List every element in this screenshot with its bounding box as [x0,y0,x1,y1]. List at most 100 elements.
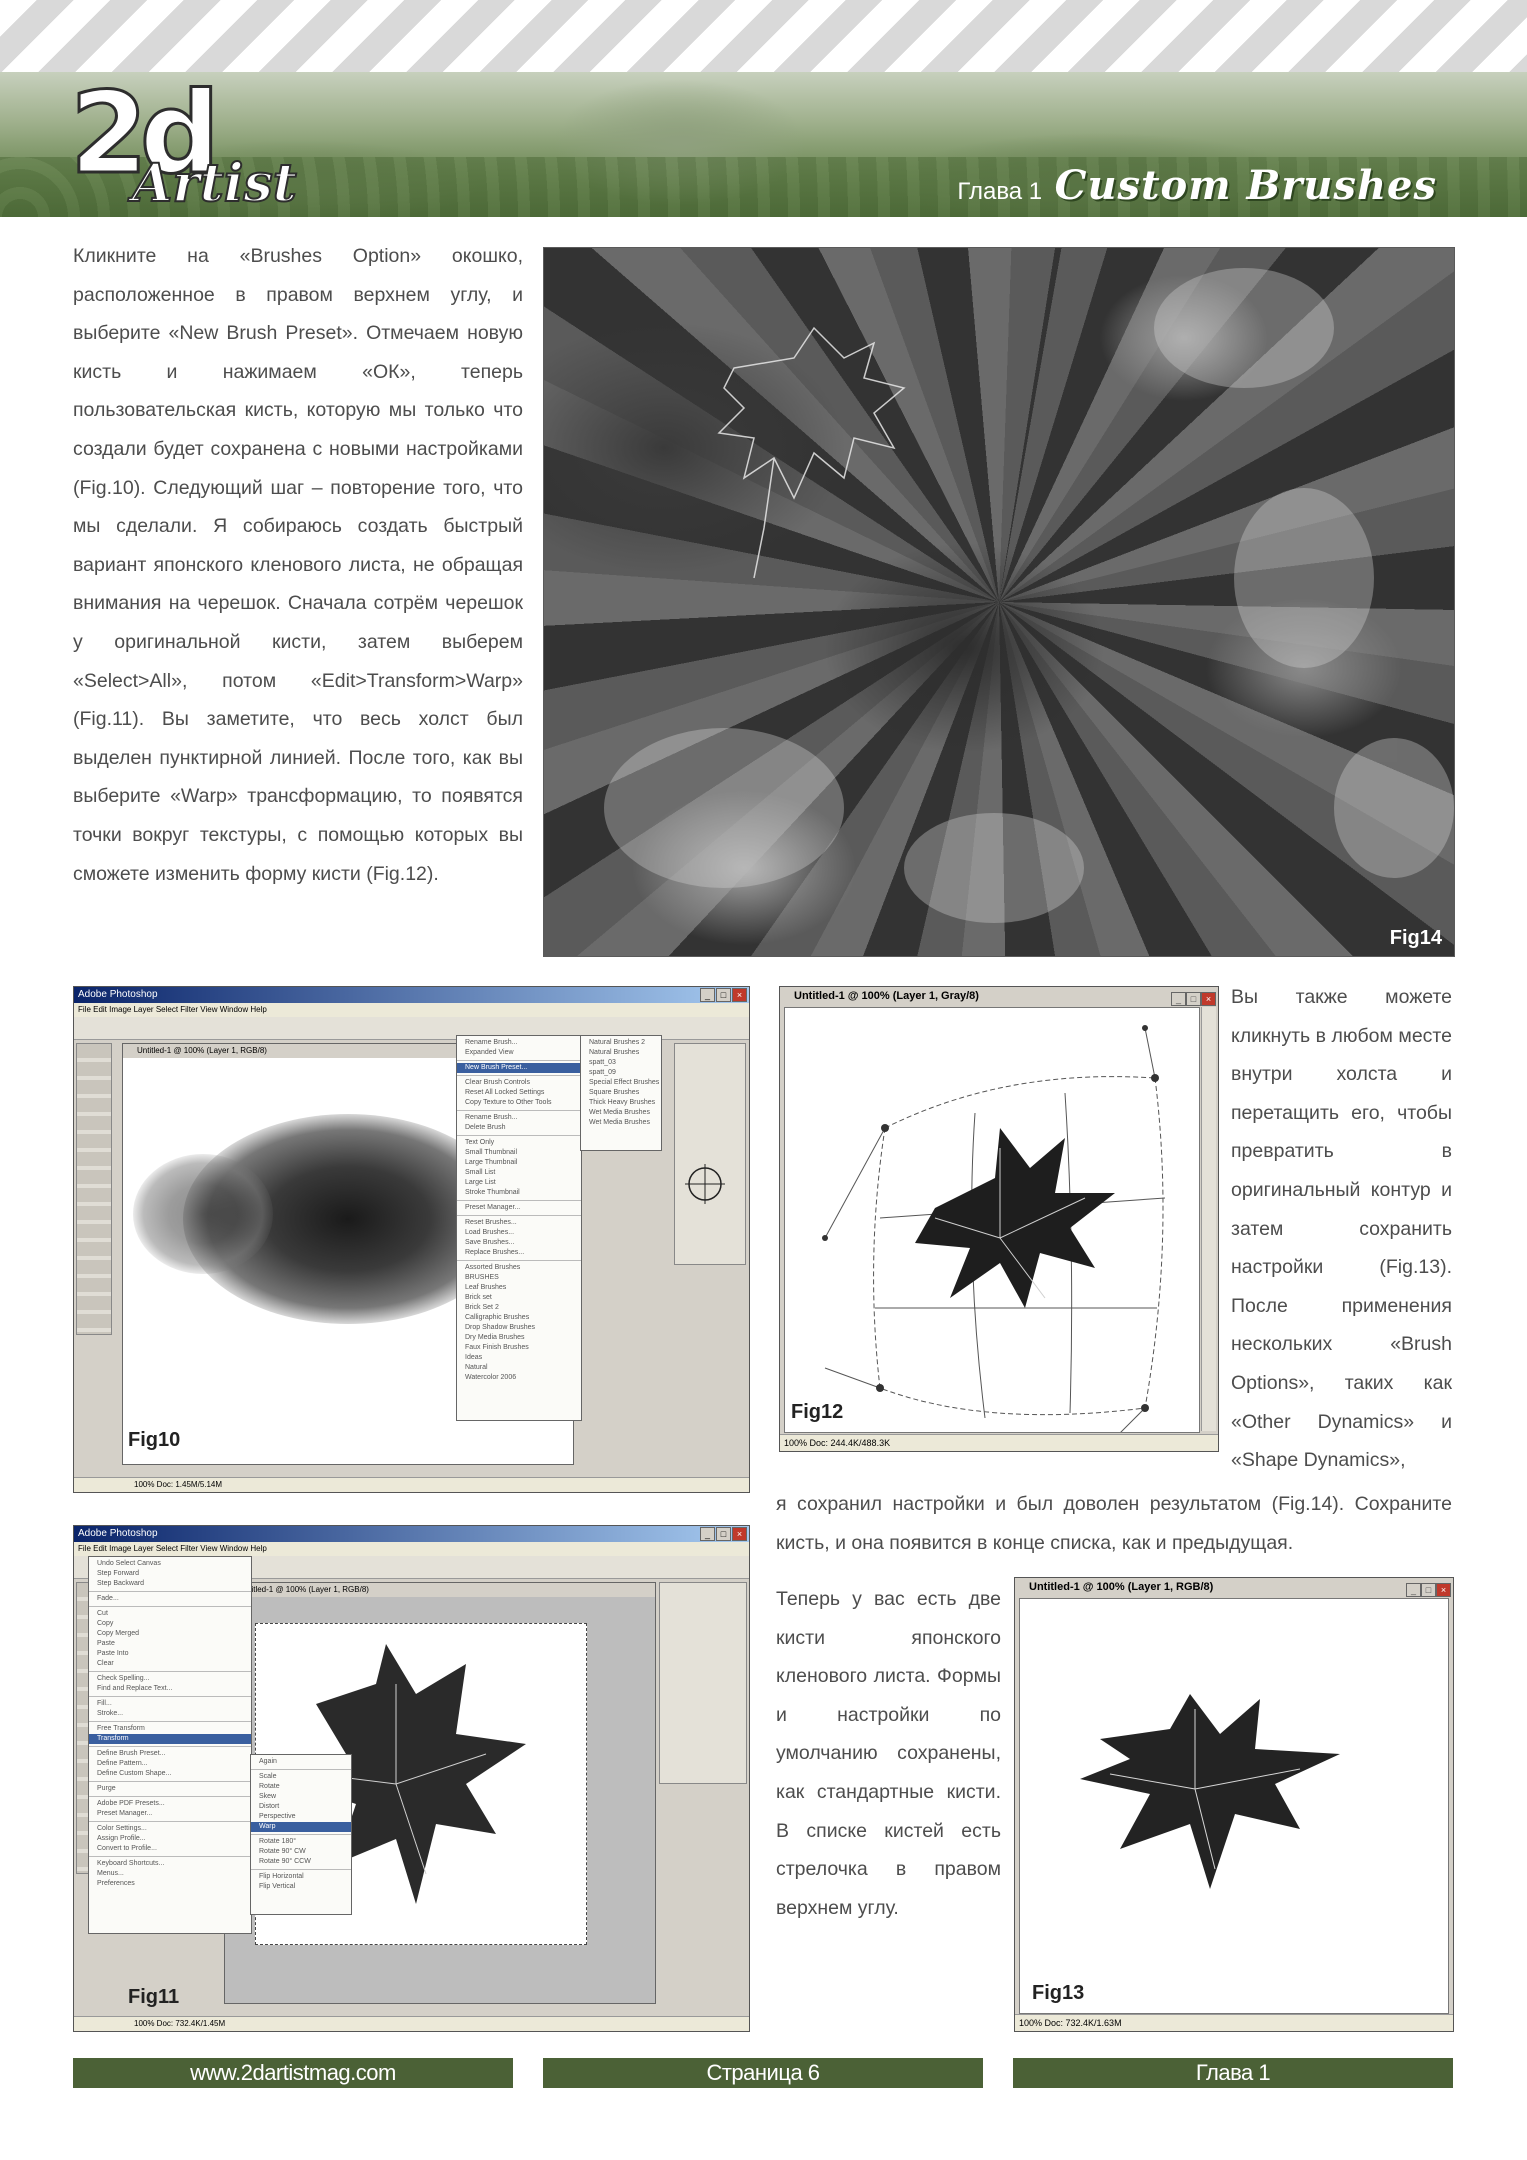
menu-item: Natural Brushes [589,1049,640,1056]
menu-item: Natural [465,1364,488,1371]
menu-item: Small List [465,1169,496,1176]
menu-item: Copy Merged [97,1630,140,1637]
fig10-menubar: File Edit Image Layer Select Filter View… [74,1003,749,1018]
menu-item: Fill... [97,1700,112,1707]
chapter-heading: Глава 1 Custom Brushes [957,162,1437,209]
menu-item: Step Forward [97,1570,140,1577]
menu-item: Natural Brushes 2 [589,1039,646,1046]
fig10-window-buttons: _ □ × [699,988,747,1004]
menu-item: Large Thumbnail [465,1159,518,1166]
body-paragraph-1: Кликните на «Brushes Option» окошко, рас… [73,245,523,885]
menu-item: Rotate 180° [259,1838,297,1845]
menu-item: Reset Brushes... [465,1219,517,1226]
menu-item: Paste [97,1640,115,1647]
menu-item: Drop Shadow Brushes [465,1324,536,1331]
figure-12-label: Fig12 [791,1401,844,1423]
menu-item: Keyboard Shortcuts... [97,1860,165,1867]
menu-item: Text Only [465,1139,495,1146]
fig12-canvas: Fig12 [784,1007,1200,1459]
menu-item: Replace Brushes... [465,1249,525,1256]
menu-item: Rename Brush... [465,1114,518,1121]
menu-item: Save Brushes... [465,1239,515,1246]
menu-item: Color Settings... [97,1825,147,1832]
fig12-scrollbar [1201,1007,1216,1431]
menu-item: Clear [97,1660,114,1667]
menu-item: Rotate 90° CCW [259,1858,311,1865]
footer-website-link[interactable]: www.2dartistmag.com [73,2058,513,2088]
fig11-edit-menu: Undo Select Canvas Step Forward Step Bac… [88,1556,252,1934]
chapter-label: Глава 1 [957,178,1043,205]
menu-item: Rename Brush... [465,1039,518,1046]
menu-item: Free Transform [97,1725,145,1732]
menu-item: Watercolor 2006 [465,1374,517,1381]
body-paragraph-4: Теперь у вас есть две кисти японского кл… [776,1588,1001,1919]
footer-chapter: Глава 1 [1013,2058,1453,2088]
menu-item: Convert to Profile... [97,1845,157,1852]
body-paragraph-3: я сохранил настройки и был доволен резул… [776,1493,1452,1554]
menu-item: Again [259,1758,277,1765]
menu-item: Cut [97,1610,108,1617]
fig11-window-buttons: _ □ × [699,1527,747,1543]
menu-item: Rotate [259,1783,280,1790]
menu-item-transform: Transform [89,1734,251,1744]
figure-13-label: Fig13 [1032,1982,1085,2004]
fig11-statusbar: 100% Doc: 732.4K/1.45M [74,2016,749,2031]
figure-11-screenshot: Adobe Photoshop _ □ × File Edit Image Laye… [73,1525,750,2032]
fig11-titlebar: Adobe Photoshop _ □ × [74,1526,749,1542]
menu-item: Preset Manager... [465,1204,521,1211]
warp-grid-drawing [822,1025,1166,1459]
fig13-window-buttons: _ □ × [1406,1580,1451,1598]
magazine-logo[interactable]: 2d Artist [68,77,297,213]
menu-item: Define Custom Shape... [97,1770,172,1777]
chapter-title: Custom Brushes [1054,162,1437,209]
menu-item: Expanded View [465,1049,514,1056]
fig13-title: Untitled-1 @ 100% (Layer 1, RGB/8) [1015,1578,1453,1596]
menu-item: Rotate 90° CW [259,1848,306,1855]
menu-item-new-brush-preset: New Brush Preset... [457,1063,581,1073]
footer-page-number: Страница 6 [543,2058,983,2088]
menu-item: Check Spelling... [97,1675,150,1682]
menu-item: Reset All Locked Settings [465,1089,545,1096]
menu-item: Assign Profile... [97,1835,146,1842]
menu-item: Small Thumbnail [465,1149,518,1156]
menu-item: Step Backward [97,1580,145,1587]
menu-item: Square Brushes [589,1089,640,1096]
menu-item: Stroke... [97,1710,124,1717]
menu-item: Undo Select Canvas [97,1560,161,1567]
fig12-statusbar: 100% Doc: 244.4K/488.3K [780,1434,1218,1451]
fig13-canvas: Fig13 [1019,1598,1449,2014]
figure-10-screenshot: Adobe Photoshop _ □ × File Edit Image Laye… [73,986,750,1493]
fig10-brush-options-menu: Rename Brush... Expanded View New Brush … [456,1035,582,1421]
fig10-brush-list-submenu: Natural Brushes 2 Natural Brushes spatt_… [580,1035,662,1151]
menu-item: Copy [97,1620,114,1627]
menu-item: Clear Brush Controls [465,1079,530,1086]
fig12-window-buttons: _ □ × [1171,989,1216,1007]
fig12-title: Untitled-1 @ 100% (Layer 1, Gray/8) [780,987,1218,1005]
menu-item: Preferences [97,1880,135,1887]
menu-item: Delete Brush [465,1124,506,1131]
fig10-titlebar: Adobe Photoshop _ □ × [74,987,749,1003]
menu-item: Load Brushes... [465,1229,515,1236]
menu-item: Brick Set 2 [465,1304,499,1311]
menu-item: Thick Heavy Brushes [589,1099,656,1106]
menu-item: Wet Media Brushes [589,1119,650,1126]
figure-10-label: Fig10 [128,1429,181,1451]
menu-item: Define Brush Preset... [97,1750,166,1757]
menu-item: Special Effect Brushes [589,1079,660,1086]
menu-item: Flip Horizontal [259,1873,304,1880]
fig10-toolbox [76,1043,112,1335]
fig11-menubar: File Edit Image Layer Select Filter View… [74,1542,749,1557]
body-paragraph-2: Вы также можете кликнуть в любом месте в… [1231,986,1452,1472]
menu-item: Faux Finish Brushes [465,1344,529,1351]
menu-item: spatt_09 [589,1069,616,1076]
menu-item: Dry Media Brushes [465,1334,525,1341]
menu-item: Stroke Thumbnail [465,1189,520,1196]
menu-item: Copy Texture to Other Tools [465,1099,552,1106]
leaf-outline-drawing [604,268,1454,923]
logo-sub: Artist [131,153,298,214]
figure-13-screenshot: Untitled-1 @ 100% (Layer 1, RGB/8) _ □ × F… [1014,1577,1454,2032]
menu-item: Large List [465,1179,496,1186]
menu-item-warp: Warp [251,1822,351,1832]
fig11-layers-palette [659,1582,747,1784]
menu-item: Brick set [465,1294,492,1301]
